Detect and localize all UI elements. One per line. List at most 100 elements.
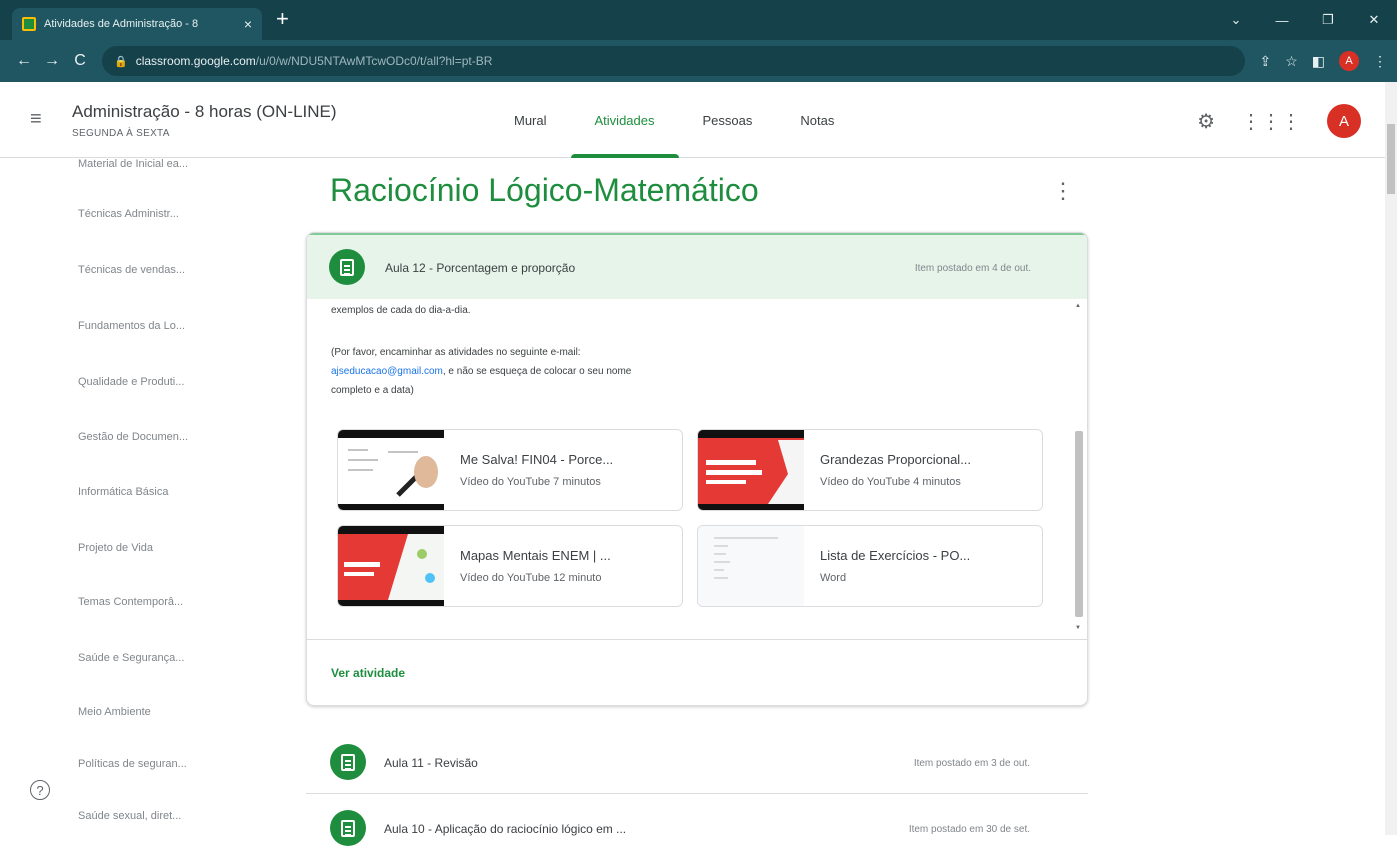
topic-item[interactable]: Material de Inicial ea... <box>78 158 188 170</box>
course-nav: Mural Atividades Pessoas Notas <box>490 82 858 158</box>
attachment-card[interactable]: Grandezas Proporcional... Vídeo do YouTu… <box>697 429 1043 511</box>
assignment-clipboard-icon <box>330 744 366 780</box>
assignment-body: exemplos de cada do dia-a-dia. (Por favo… <box>307 299 1087 639</box>
tab-pessoas[interactable]: Pessoas <box>679 82 777 158</box>
description-line: exemplos de cada do dia-a-dia. <box>331 305 471 316</box>
assignment-date: Item postado em 4 de out. <box>914 263 1031 274</box>
document-thumbnail <box>698 526 804 606</box>
browser-profile-avatar[interactable]: A <box>1339 51 1359 71</box>
main-menu-icon[interactable]: ≡ <box>30 108 42 131</box>
attachment-meta: Vídeo do YouTube 4 minutos <box>820 476 961 488</box>
topic-item[interactable]: Políticas de seguran... <box>78 758 187 770</box>
url-field[interactable]: 🔒 classroom.google.com/u/0/w/NDU5NTAwMTc… <box>102 46 1246 76</box>
attachment-name: Mapas Mentais ENEM | ... <box>460 548 611 563</box>
topic-item[interactable]: Qualidade e Produti... <box>78 376 184 388</box>
email-link[interactable]: ajseducacao@gmail.com <box>331 366 443 377</box>
description-scrollbar[interactable]: ▲ ▼ <box>1073 299 1085 639</box>
assignment-title[interactable]: Aula 10 - Aplicação do raciocínio lógico… <box>384 822 626 836</box>
section-more-options-icon[interactable]: ⋮ <box>1052 178 1074 204</box>
expanded-assignment-card: Aula 12 - Porcentagem e proporção Item p… <box>306 232 1088 706</box>
description-line: (Por favor, encaminhar as atividades no … <box>331 347 581 358</box>
course-title[interactable]: Administração - 8 horas (ON-LINE) <box>72 102 337 122</box>
bookmark-star-icon[interactable]: ☆ <box>1285 53 1298 70</box>
assignment-header[interactable]: Aula 12 - Porcentagem e proporção Item p… <box>307 233 1087 299</box>
forward-arrow-icon[interactable]: → <box>38 52 66 70</box>
page-scrollbar[interactable] <box>1385 82 1397 835</box>
url-host: classroom.google.com <box>135 54 256 68</box>
section-title: Raciocínio Lógico-Matemático <box>330 172 759 208</box>
description-line: , e não se esqueça de colocar o seu nome <box>442 366 632 377</box>
assignment-date: Item postado em 3 de out. <box>913 758 1030 769</box>
description-line: completo e a data) <box>331 385 414 396</box>
help-icon[interactable]: ? <box>30 780 50 800</box>
settings-gear-icon[interactable]: ⚙ <box>1197 109 1215 134</box>
attachment-name: Lista de Exercícios - PO... <box>820 548 971 563</box>
url-path: /u/0/w/NDU5NTAwMTcwODc0/t/all?hl=pt-BR <box>255 54 493 68</box>
attachment-name: Me Salva! FIN04 - Porce... <box>460 452 614 467</box>
close-window-button[interactable]: ✕ <box>1351 0 1397 40</box>
tab-mural[interactable]: Mural <box>490 82 571 158</box>
assignment-clipboard-icon <box>330 810 366 846</box>
page-scroll-thumb[interactable] <box>1387 124 1395 194</box>
tab-title: Atividades de Administração - 8 <box>44 18 199 30</box>
tab-close-icon[interactable]: × <box>244 16 252 32</box>
classroom-header: ≡ Administração - 8 horas (ON-LINE) SEGU… <box>0 82 1385 158</box>
attachment-meta: Vídeo do YouTube 7 minutos <box>460 476 601 488</box>
topic-list: Material de Inicial ea... Técnicas Admin… <box>0 158 300 835</box>
topic-item[interactable]: Informática Básica <box>78 486 168 498</box>
view-assignment-link[interactable]: Ver atividade <box>331 666 405 680</box>
attachment-card[interactable]: Mapas Mentais ENEM | ... Vídeo do YouTub… <box>337 525 683 607</box>
video-thumbnail <box>338 430 444 510</box>
attachment-name: Grandezas Proporcional... <box>820 452 972 467</box>
assignment-title[interactable]: Aula 12 - Porcentagem e proporção <box>385 261 575 275</box>
assignment-row[interactable]: Aula 11 - Revisão Item postado em 3 de o… <box>306 730 1088 794</box>
browser-tab[interactable]: Atividades de Administração - 8 × <box>12 8 262 40</box>
lock-icon: 🔒 <box>114 55 128 68</box>
scroll-down-arrow-icon[interactable]: ▼ <box>1075 625 1081 631</box>
attachment-card[interactable]: Lista de Exercícios - PO... Word <box>697 525 1043 607</box>
url-text: classroom.google.com/u/0/w/NDU5NTAwMTcwO… <box>136 54 493 68</box>
assignment-title[interactable]: Aula 11 - Revisão <box>384 756 478 770</box>
assignment-footer: Ver atividade <box>307 639 1087 705</box>
video-thumbnail <box>698 430 804 510</box>
browser-menu-icon[interactable]: ⋮ <box>1373 53 1387 70</box>
topic-item[interactable]: Saúde sexual, diret... <box>78 810 181 822</box>
minimize-button[interactable]: — <box>1259 0 1305 40</box>
topic-item[interactable]: Gestão de Documen... <box>78 431 188 443</box>
window-controls: ⌄ — ❐ ✕ <box>1213 0 1397 40</box>
back-arrow-icon[interactable]: ← <box>10 52 38 70</box>
assignment-clipboard-icon <box>329 249 365 285</box>
scroll-up-arrow-icon[interactable]: ▲ <box>1075 303 1081 309</box>
new-tab-button[interactable]: + <box>276 8 289 30</box>
attachment-card[interactable]: Me Salva! FIN04 - Porce... Vídeo do YouT… <box>337 429 683 511</box>
browser-tab-bar: Atividades de Administração - 8 × + ⌄ — … <box>0 0 1397 40</box>
topic-item[interactable]: Saúde e Segurança... <box>78 652 184 664</box>
video-thumbnail <box>338 526 444 606</box>
header-actions: ⚙ ⋮⋮⋮ A <box>1197 104 1361 138</box>
share-icon[interactable]: ⇪ <box>1259 53 1271 70</box>
scroll-thumb[interactable] <box>1075 431 1083 617</box>
address-bar: ← → C 🔒 classroom.google.com/u/0/w/NDU5N… <box>0 40 1397 82</box>
browser-toolbar: ⇪ ☆ ◧ A ⋮ <box>1259 51 1387 71</box>
classroom-favicon-icon <box>22 17 36 31</box>
attachment-meta: Vídeo do YouTube 12 minuto <box>460 572 602 584</box>
tab-notas[interactable]: Notas <box>776 82 858 158</box>
topic-item[interactable]: Projeto de Vida <box>78 542 153 554</box>
assignment-date: Item postado em 30 de set. <box>908 824 1030 835</box>
avatar[interactable]: A <box>1327 104 1361 138</box>
side-panel-icon[interactable]: ◧ <box>1312 53 1325 70</box>
maximize-button[interactable]: ❐ <box>1305 0 1351 40</box>
apps-grid-icon[interactable]: ⋮⋮⋮ <box>1241 109 1301 134</box>
course-subtitle: SEGUNDA À SEXTA <box>72 128 170 139</box>
tab-search-chevron-icon[interactable]: ⌄ <box>1213 0 1259 40</box>
topic-item[interactable]: Temas Contemporâ... <box>78 596 183 608</box>
topic-item[interactable]: Fundamentos da Lo... <box>78 320 185 332</box>
reload-icon[interactable]: C <box>66 52 94 70</box>
description-email-line: ajseducacao@gmail.com, e não se esqueça … <box>331 364 631 380</box>
attachment-meta: Word <box>820 572 847 584</box>
topic-item[interactable]: Técnicas de vendas... <box>78 264 185 276</box>
topic-item[interactable]: Meio Ambiente <box>78 706 151 718</box>
topic-item[interactable]: Técnicas Administr... <box>78 208 179 220</box>
assignment-row[interactable]: Aula 10 - Aplicação do raciocínio lógico… <box>306 796 1088 846</box>
tab-atividades[interactable]: Atividades <box>570 82 679 158</box>
